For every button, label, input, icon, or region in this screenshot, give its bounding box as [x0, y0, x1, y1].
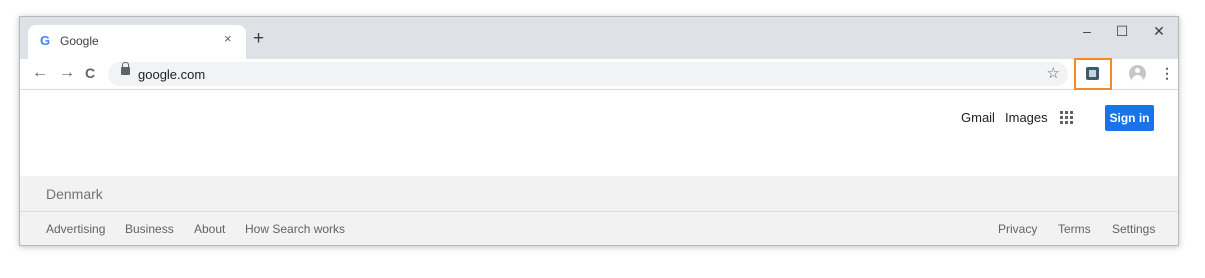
footer-link-settings[interactable]: Settings	[1112, 222, 1155, 236]
apps-grid-icon[interactable]	[1060, 111, 1074, 125]
browser-toolbar: ← → C google.com ☆	[20, 59, 1178, 90]
back-button[interactable]: ←	[32, 64, 48, 82]
url-text[interactable]: google.com	[138, 67, 205, 82]
close-window-button[interactable]: ✕	[1144, 23, 1174, 40]
maximize-button[interactable]: ☐	[1107, 23, 1137, 40]
footer-link-terms[interactable]: Terms	[1058, 222, 1091, 236]
bookmark-star-icon[interactable]: ☆	[1047, 64, 1060, 82]
forward-button[interactable]: →	[59, 64, 75, 82]
images-link[interactable]: Images	[1005, 110, 1048, 125]
extension-highlight	[1074, 58, 1112, 90]
footer-link-how-search-works[interactable]: How Search works	[245, 222, 345, 236]
tab-google[interactable]: G Google ×	[28, 25, 246, 59]
gmail-link[interactable]: Gmail	[961, 110, 995, 125]
footer-divider	[20, 211, 1178, 212]
footer-link-business[interactable]: Business	[125, 222, 174, 236]
footer-link-privacy[interactable]: Privacy	[998, 222, 1037, 236]
google-favicon-icon: G	[40, 33, 51, 48]
extension-icon[interactable]	[1086, 67, 1099, 80]
footer: Denmark Advertising Business About How S…	[20, 176, 1178, 245]
new-tab-button[interactable]: +	[253, 29, 264, 48]
tab-strip: G Google × + – ☐ ✕	[20, 17, 1178, 59]
profile-avatar-icon[interactable]	[1129, 65, 1146, 82]
country-label: Denmark	[46, 186, 103, 202]
tab-title: Google	[60, 34, 99, 48]
browser-menu-icon[interactable]: ⋮	[1160, 66, 1174, 80]
tab-close-icon[interactable]: ×	[224, 31, 232, 46]
lock-icon	[121, 62, 130, 75]
browser-window: G Google × + – ☐ ✕ ← → C google.com ☆ ⋮ …	[19, 16, 1179, 246]
sign-in-button[interactable]: Sign in	[1105, 105, 1154, 131]
address-bar[interactable]: google.com ☆	[108, 62, 1068, 86]
footer-link-advertising[interactable]: Advertising	[46, 222, 105, 236]
reload-button[interactable]: C	[85, 65, 95, 81]
minimize-button[interactable]: –	[1072, 23, 1102, 39]
footer-link-about[interactable]: About	[194, 222, 225, 236]
page-content: Gmail Images Sign in Denmark Advertising…	[20, 90, 1178, 245]
